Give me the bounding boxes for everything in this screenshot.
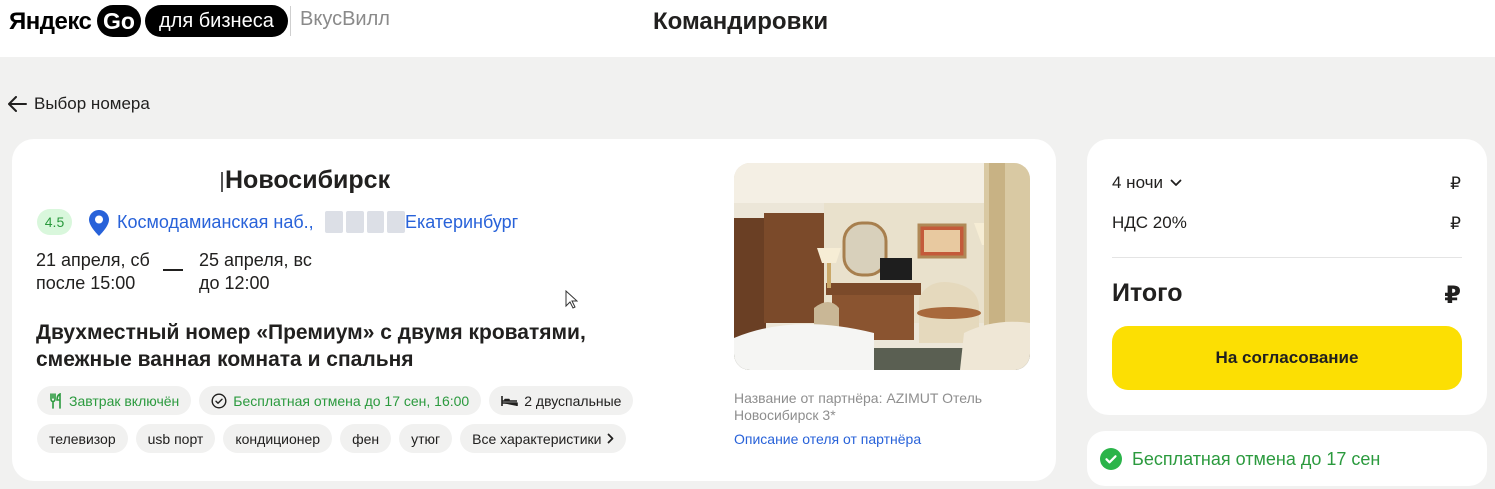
feature-label: usb порт — [147, 430, 204, 447]
feature-tv: телевизор — [37, 424, 128, 453]
back-link-label: Выбор номера — [34, 94, 150, 113]
mouse-cursor-icon — [565, 290, 578, 309]
feature-usb: usb порт — [135, 424, 216, 453]
feature-label: кондиционер — [235, 430, 321, 447]
room-features: Завтрак включён Бесплатная отмена до 17 … — [37, 386, 677, 453]
feature-hairdryer: фен — [340, 424, 392, 453]
hotel-name: Новосибирск — [225, 166, 391, 194]
chevron-right-icon — [608, 433, 614, 444]
check-circle-filled-icon — [1100, 448, 1122, 470]
feature-breakfast: Завтрак включён — [37, 386, 192, 415]
rating-badge: 4.5 — [37, 209, 72, 235]
checkout-date: 25 апреля, вс — [199, 250, 312, 270]
send-for-approval-button[interactable]: На согласование — [1112, 326, 1462, 390]
checkin-block: 21 апреля, сб после 15:00 — [36, 249, 150, 295]
arrow-left-icon — [8, 96, 27, 112]
nights-price: ₽ — [1450, 174, 1461, 193]
feature-beds: 2 двуспальные — [489, 386, 634, 415]
feature-label: утюг — [411, 430, 441, 447]
check-circle-icon — [211, 392, 227, 409]
room-photo-illustration — [734, 163, 1030, 370]
total-price: ₽ — [1444, 282, 1461, 309]
logo-business[interactable]: для бизнеса — [145, 5, 288, 37]
all-features-button[interactable]: Все характеристики — [460, 424, 627, 453]
total-label: Итого — [1112, 279, 1183, 307]
logo-divider — [290, 6, 291, 36]
date-separator — [163, 269, 183, 271]
feature-label: фен — [352, 430, 380, 447]
partner-description-link[interactable]: Описание отеля от партнёра — [734, 431, 921, 447]
checkout-block: 25 апреля, вс до 12:00 — [199, 249, 312, 295]
partner-hotel-name: Название от партнёра: AZIMUT Отель Новос… — [734, 390, 983, 423]
nights-label: 4 ночи — [1112, 173, 1163, 192]
room-title: Двухместный номер «Премиум» с двумя кров… — [36, 321, 586, 371]
text-cursor — [221, 172, 223, 192]
hotel-room-photo[interactable] — [734, 163, 1030, 370]
feature-label: телевизор — [49, 430, 116, 447]
free-cancellation-label: Бесплатная отмена до 17 сен — [1132, 449, 1381, 469]
top-header: Яндекс Go для бизнеса ВкусВилл Командиро… — [0, 0, 1495, 57]
company-name: ВкусВилл — [300, 8, 390, 30]
feature-iron: утюг — [399, 424, 453, 453]
free-cancellation-card: Бесплатная отмена до 17 сен — [1087, 431, 1487, 486]
chevron-down-icon — [1170, 179, 1182, 186]
feature-label: Завтрак включён — [69, 392, 180, 409]
checkout-time: до 12:00 — [199, 273, 270, 293]
feature-label: 2 двуспальные — [524, 392, 622, 409]
bed-icon — [501, 395, 519, 406]
checkin-time: после 15:00 — [36, 273, 136, 293]
logo-yandex[interactable]: Яндекс — [9, 8, 92, 36]
feature-free-cancel: Бесплатная отмена до 17 сен, 16:00 — [199, 386, 482, 415]
page-title: Командировки — [653, 8, 829, 35]
map-pin-icon — [89, 210, 109, 236]
back-link[interactable]: Выбор номера — [8, 94, 150, 114]
feature-label: Бесплатная отмена до 17 сен, 16:00 — [233, 392, 470, 409]
feature-label: Все характеристики — [472, 430, 602, 447]
fork-knife-icon — [50, 392, 61, 409]
summary-divider — [1112, 257, 1462, 258]
vat-label: НДС 20% — [1112, 213, 1187, 232]
price-summary-card: 4 ночи ₽ НДС 20% ₽ Итого ₽ На согласован… — [1087, 139, 1487, 415]
feature-ac: кондиционер — [223, 424, 333, 453]
hotel-address[interactable]: Космодамианская наб., — [117, 212, 314, 233]
nights-dropdown[interactable]: 4 ночи — [1112, 173, 1182, 193]
hotel-address-city[interactable]: Екатеринбург — [405, 212, 518, 233]
hotel-card: Новосибирск 4.5 Космодамианская наб., Ек… — [12, 139, 1056, 481]
address-redacted — [325, 211, 405, 233]
checkin-date: 21 апреля, сб — [36, 250, 150, 270]
logo-go[interactable]: Go — [97, 5, 141, 37]
vat-price: ₽ — [1450, 214, 1461, 233]
